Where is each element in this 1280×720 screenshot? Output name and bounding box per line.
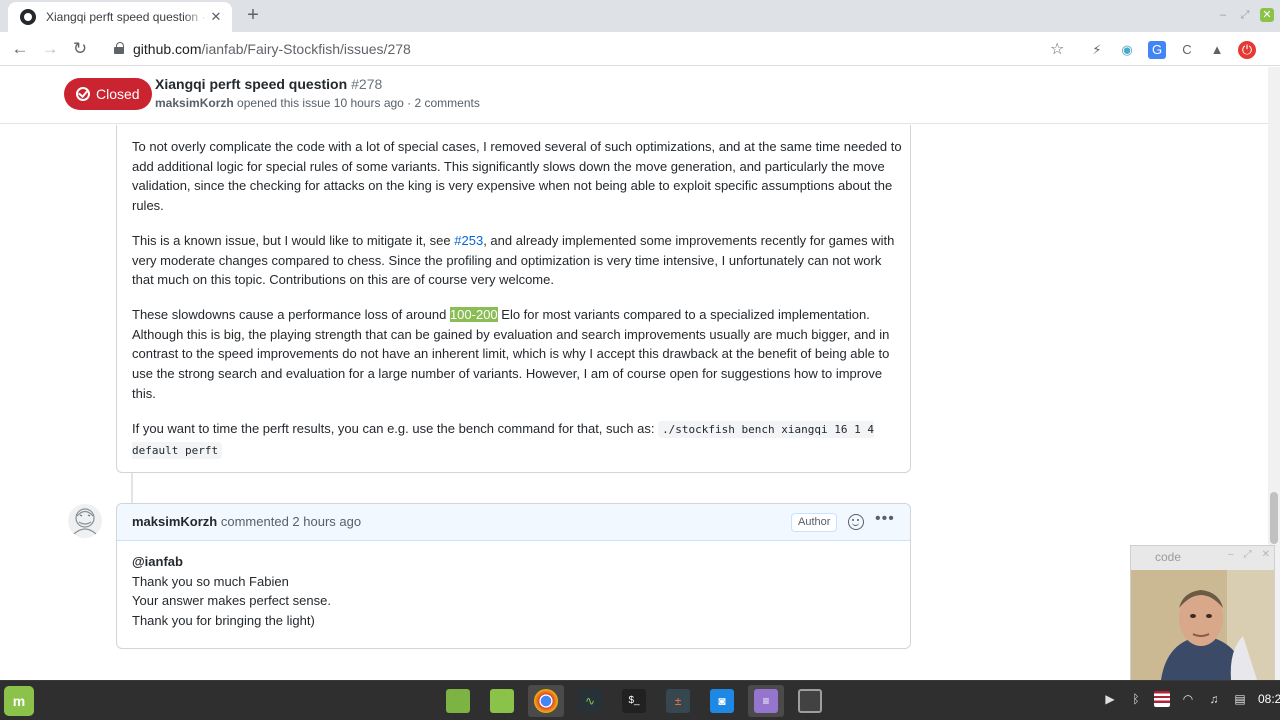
- extension-icons: ⚡ ◉ G C ▲ ⏻: [1088, 41, 1256, 59]
- maximize-icon[interactable]: ⤢: [1238, 8, 1252, 22]
- comment-line: Thank you for bringing the light): [132, 613, 315, 629]
- comment-author-link[interactable]: maksimKorzh: [132, 514, 217, 529]
- issue-state-badge: Closed: [64, 78, 152, 110]
- lightning-extension-icon[interactable]: ⚡: [1088, 41, 1106, 59]
- address-bar[interactable]: github.com/ianfab/Fairy-Stockfish/issues…: [102, 35, 1078, 63]
- comment-reply: To not overly complicate the code with a…: [116, 125, 911, 473]
- browser-toolbar: ← → ↻ github.com/ianfab/Fairy-Stockfish/…: [0, 32, 1280, 66]
- chrome-icon: [534, 689, 558, 713]
- comment-body: @ianfab Thank you so much Fabien Your an…: [132, 552, 902, 631]
- signal-extension-icon[interactable]: ▲: [1208, 41, 1226, 59]
- close-window-icon[interactable]: ✕: [1260, 8, 1274, 22]
- camera-icon: ◙: [710, 689, 734, 713]
- sound-icon[interactable]: ♫: [1206, 691, 1222, 707]
- calculator-icon: ±: [666, 689, 690, 713]
- text-editor-icon: ≡: [754, 689, 778, 713]
- back-arrow-icon[interactable]: ←: [10, 39, 30, 59]
- github-icon: [20, 9, 36, 25]
- bookmark-star-icon[interactable]: ☆: [1050, 39, 1064, 59]
- translate-extension-icon[interactable]: G: [1148, 41, 1166, 59]
- issue-number: #278: [351, 76, 383, 92]
- more-options-icon[interactable]: •••: [875, 510, 895, 528]
- terminal-icon: $_: [622, 689, 646, 713]
- scroll-thumb[interactable]: [1270, 492, 1278, 544]
- code-extension-icon[interactable]: C: [1178, 41, 1196, 59]
- comment-paragraph: This is a known issue, but I would like …: [132, 233, 895, 288]
- webcam-feed: [1131, 570, 1274, 680]
- comment-maksim: maksimKorzh commented 2 hours ago Author…: [116, 503, 911, 649]
- issue-link-253[interactable]: #253: [454, 233, 483, 248]
- browser-tab[interactable]: Xiangqi perft speed question · Issue #27…: [8, 2, 232, 32]
- tab-title: Xiangqi perft speed question · Issue #27…: [46, 10, 208, 24]
- close-icon[interactable]: ✕: [1262, 549, 1270, 560]
- taskbar-app-terminal[interactable]: $_: [616, 685, 652, 717]
- url-text[interactable]: github.com/ianfab/Fairy-Stockfish/issues…: [133, 41, 411, 57]
- wifi-icon[interactable]: ◠: [1180, 691, 1196, 707]
- comment-paragraph: If you want to time the perft results, y…: [132, 421, 874, 459]
- comment-paragraph: These slowdowns cause a performance loss…: [132, 307, 890, 401]
- issue-author-link[interactable]: maksimKorzh: [155, 96, 234, 110]
- avatar[interactable]: [68, 504, 102, 538]
- keyboard-layout-flag-icon[interactable]: [1154, 691, 1170, 707]
- clipboard-icon[interactable]: ▤: [1232, 691, 1248, 707]
- sticky-issue-header: Closed Xiangqi perft speed question #278 …: [0, 67, 1268, 124]
- minimize-icon[interactable]: –: [1216, 8, 1230, 22]
- clock[interactable]: 08:25: [1258, 692, 1280, 706]
- video-window-controls: – ⤢ ✕: [1228, 549, 1270, 560]
- window-icon: [798, 689, 822, 713]
- taskbar-app-text-editor[interactable]: ≡: [748, 685, 784, 717]
- add-reaction-icon[interactable]: [848, 514, 864, 530]
- selected-text: 100-200: [449, 307, 498, 322]
- video-camera-icon[interactable]: ▶: [1102, 691, 1118, 707]
- maximize-icon[interactable]: ⤢: [1244, 549, 1252, 560]
- issue-state-label: Closed: [96, 86, 140, 102]
- comment-paragraph: To not overly complicate the code with a…: [132, 139, 902, 214]
- power-extension-icon[interactable]: ⏻: [1238, 41, 1256, 59]
- github-issue-page: Closed Xiangqi perft speed question #278 …: [0, 67, 1268, 680]
- comment-author-line: maksimKorzh commented 2 hours ago: [132, 514, 361, 529]
- taskbar-app-system-monitor[interactable]: ∿: [572, 685, 608, 717]
- issue-meta: maksimKorzh opened this issue 10 hours a…: [155, 96, 480, 110]
- author-role-badge: Author: [791, 513, 838, 532]
- lock-icon: [114, 42, 124, 54]
- taskbar-apps: ∿ $_ ± ◙ ≡: [440, 685, 828, 717]
- comment-timestamp[interactable]: commented 2 hours ago: [221, 514, 361, 529]
- globe-extension-icon[interactable]: ◉: [1118, 41, 1136, 59]
- mint-menu-button[interactable]: m: [4, 686, 34, 716]
- issue-title: Xiangqi perft speed question #278: [155, 76, 383, 92]
- taskbar-app-chrome[interactable]: [528, 685, 564, 717]
- system-tray: ▶ ᛒ ◠ ♫ ▤ 08:25: [1102, 691, 1280, 707]
- video-window-title: code: [1155, 550, 1182, 564]
- video-overlay-window[interactable]: code – ⤢ ✕: [1130, 545, 1275, 680]
- comment-header: maksimKorzh commented 2 hours ago Author…: [117, 504, 910, 541]
- system-taskbar: m ∿ $_ ± ◙ ≡ ▶ ᛒ ◠ ♫ ▤ 08:25: [0, 680, 1280, 720]
- reload-icon[interactable]: ↻: [70, 39, 90, 59]
- minimize-icon[interactable]: –: [1228, 549, 1234, 560]
- bluetooth-icon[interactable]: ᛒ: [1128, 691, 1144, 707]
- comment-line: Your answer makes perfect sense.: [132, 593, 331, 609]
- taskbar-app-file-manager[interactable]: [484, 685, 520, 717]
- folder-icon: [490, 689, 514, 713]
- taskbar-app-calculator[interactable]: ±: [660, 685, 696, 717]
- new-tab-button[interactable]: +: [243, 5, 263, 25]
- forward-arrow-icon[interactable]: →: [40, 39, 60, 59]
- mention-link[interactable]: @ianfab: [132, 552, 902, 572]
- tab-close-icon[interactable]: ✕: [208, 9, 224, 25]
- comment-line: Thank you so much Fabien: [132, 573, 289, 589]
- taskbar-app-screenshot[interactable]: ◙: [704, 685, 740, 717]
- activity-monitor-icon: ∿: [578, 689, 602, 713]
- taskbar-app-files[interactable]: [440, 685, 476, 717]
- window-controls: – ⤢ ✕: [1216, 8, 1274, 22]
- folder-icon: [446, 689, 470, 713]
- closed-issue-icon: [76, 87, 90, 101]
- timeline-connector: [131, 473, 133, 503]
- tab-strip: Xiangqi perft speed question · Issue #27…: [0, 0, 1280, 32]
- taskbar-app-window[interactable]: [792, 685, 828, 717]
